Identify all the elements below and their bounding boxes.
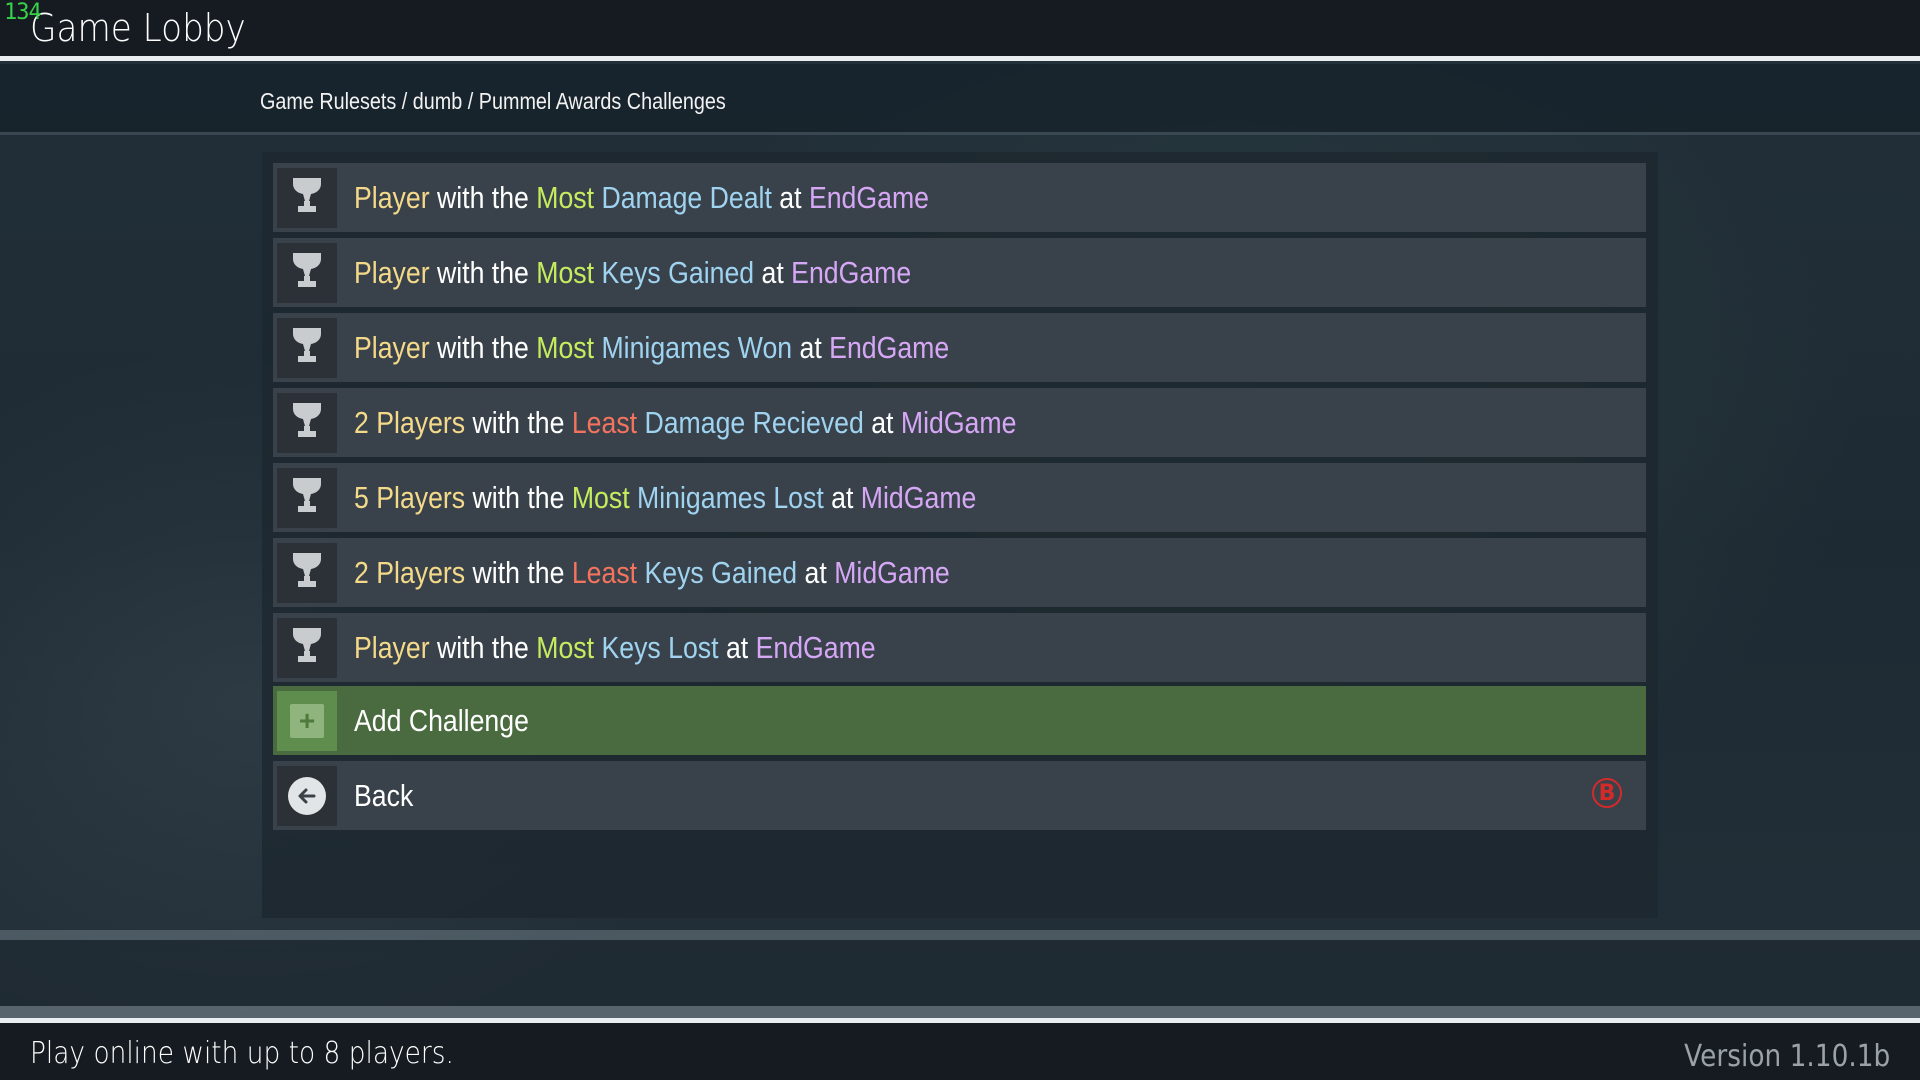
add-challenge-button[interactable]: + Add Challenge <box>273 686 1646 755</box>
back-button[interactable]: Back B <box>273 761 1646 830</box>
challenge-label-part: Keys Gained <box>601 254 755 290</box>
challenge-label-part <box>594 255 601 290</box>
challenge-label-part: EndGame <box>829 329 950 365</box>
challenge-row[interactable]: Player with the Most Minigames Won at En… <box>273 313 1646 382</box>
challenge-row[interactable]: 2 Players with the Least Keys Gained at … <box>273 538 1646 607</box>
app-title: Game Lobby <box>30 6 246 50</box>
challenge-row[interactable]: 2 Players with the Least Damage Recieved… <box>273 388 1646 457</box>
trophy-icon <box>290 550 324 595</box>
challenge-label-part: with the <box>429 629 537 665</box>
challenge-icon-box <box>277 542 337 603</box>
challenge-icon-box <box>277 392 337 453</box>
challenge-label-part: with the <box>429 254 537 290</box>
challenge-row[interactable]: Player with the Most Keys Gained at EndG… <box>273 238 1646 307</box>
trophy-icon <box>290 625 324 670</box>
breadcrumb: Game Rulesets / dumb / Pummel Awards Cha… <box>260 88 726 114</box>
challenge-label-part: Player <box>354 179 430 215</box>
challenge-label-part: at <box>863 404 901 440</box>
challenge-label-part: with the <box>429 329 537 365</box>
challenge-label-part: Minigames Lost <box>637 479 824 515</box>
add-icon-box: + <box>277 690 337 751</box>
trophy-icon <box>290 250 324 295</box>
challenge-label: 5 Players with the Most Minigames Lost a… <box>354 480 976 516</box>
challenge-icon-box <box>277 242 337 303</box>
challenge-label-part: Minigames Won <box>601 329 793 365</box>
challenge-label-part <box>630 480 637 515</box>
challenge-label-part <box>637 405 644 440</box>
challenge-label-part: EndGame <box>755 629 876 665</box>
challenge-label: Player with the Most Damage Dealt at End… <box>354 180 929 216</box>
top-bar: Game Lobby 134 <box>0 0 1920 61</box>
trophy-icon <box>290 475 324 520</box>
challenge-label-part: with the <box>465 404 572 440</box>
b-button-icon: B <box>1592 778 1622 808</box>
challenge-label-part: Damage Dealt <box>601 179 772 215</box>
challenge-label-part: Player <box>354 629 430 665</box>
back-icon-box <box>277 765 337 826</box>
challenge-row[interactable]: 5 Players with the Most Minigames Lost a… <box>273 463 1646 532</box>
challenge-label-part: EndGame <box>808 179 929 215</box>
challenge-label-part: at <box>823 479 861 515</box>
challenge-label: 2 Players with the Least Keys Gained at … <box>354 555 950 591</box>
add-challenge-label: Add Challenge <box>354 702 529 738</box>
challenge-label-part: MidGame <box>900 404 1017 440</box>
plus-icon: + <box>290 703 324 738</box>
challenge-label-part: at <box>792 329 830 365</box>
trophy-icon <box>290 175 324 220</box>
lower-band <box>0 940 1920 1006</box>
challenge-icon-box <box>277 467 337 528</box>
challenge-label-part: Most <box>536 629 595 665</box>
footer-tagline: Play online with up to 8 players. <box>30 1036 454 1071</box>
challenge-label-part: at <box>771 179 809 215</box>
challenge-icon-box <box>277 167 337 228</box>
challenge-label: Player with the Most Keys Lost at EndGam… <box>354 630 876 666</box>
challenge-label: 2 Players with the Least Damage Recieved… <box>354 405 1016 441</box>
breadcrumb-bar: Game Rulesets / dumb / Pummel Awards Cha… <box>0 64 1920 135</box>
challenge-label-part: with the <box>465 554 572 590</box>
challenge-label-part: 5 Players <box>354 479 466 515</box>
arrow-left-icon <box>288 776 326 815</box>
challenge-label-part: 2 Players <box>354 404 466 440</box>
divider <box>0 930 1920 940</box>
challenge-icon-box <box>277 617 337 678</box>
challenge-label-part: with the <box>429 179 537 215</box>
challenge-icon-box <box>277 317 337 378</box>
challenge-label-part <box>594 330 601 365</box>
challenge-label-part: at <box>754 254 792 290</box>
challenge-label-part: EndGame <box>791 254 912 290</box>
challenge-label-part <box>637 555 644 590</box>
challenge-label-part: Most <box>536 254 595 290</box>
challenge-label-part: MidGame <box>834 554 950 590</box>
challenge-label-part: Player <box>354 329 430 365</box>
challenge-label-part: Damage Recieved <box>644 404 864 440</box>
footer-bar: Play online with up to 8 players. Versio… <box>0 1018 1920 1080</box>
fps-counter: 134 <box>4 0 42 25</box>
challenge-label-part: with the <box>465 479 572 515</box>
challenge-row[interactable]: Player with the Most Damage Dealt at End… <box>273 163 1646 232</box>
trophy-icon <box>290 325 324 370</box>
trophy-icon <box>290 400 324 445</box>
challenge-label-part: Most <box>571 479 630 515</box>
challenge-row[interactable]: Player with the Most Keys Lost at EndGam… <box>273 613 1646 682</box>
challenge-label-part <box>594 180 601 215</box>
challenge-label: Player with the Most Keys Gained at EndG… <box>354 255 911 291</box>
challenge-label-part: Least <box>571 554 638 590</box>
challenge-label-part: at <box>718 629 756 665</box>
challenge-label-part: 2 Players <box>354 554 466 590</box>
challenge-label-part: at <box>797 554 835 590</box>
challenge-label-part: Keys Lost <box>601 629 719 665</box>
challenge-label: Player with the Most Minigames Won at En… <box>354 330 949 366</box>
challenge-label-part: Most <box>536 179 595 215</box>
challenge-label-part: Least <box>571 404 638 440</box>
challenge-panel: Player with the Most Damage Dealt at End… <box>262 152 1658 918</box>
challenge-label-part: Keys Gained <box>644 554 798 590</box>
challenge-label-part: Most <box>536 329 595 365</box>
challenge-label-part <box>594 630 601 665</box>
challenge-label-part: MidGame <box>860 479 977 515</box>
divider <box>0 1006 1920 1018</box>
back-label: Back <box>354 777 414 813</box>
challenge-label-part: Player <box>354 254 430 290</box>
version-label: Version 1.10.1b <box>1683 1039 1890 1074</box>
